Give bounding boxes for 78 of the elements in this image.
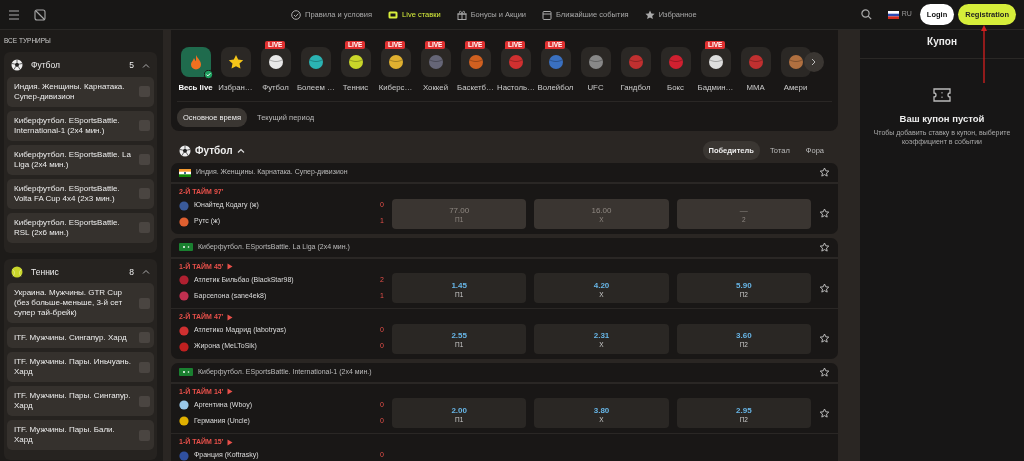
ball-icon (787, 54, 804, 70)
star-icon[interactable] (819, 167, 830, 179)
ball-icon (627, 54, 644, 70)
star-icon[interactable] (819, 208, 830, 220)
sport-tile[interactable] (300, 47, 331, 77)
flag-icon (179, 168, 191, 177)
sport-tile[interactable] (620, 47, 651, 77)
group-title[interactable]: Теннис (31, 265, 59, 279)
sport-tile[interactable] (220, 47, 251, 77)
check-circle-icon (291, 9, 301, 20)
empty-title: Ваш купон пустой (898, 112, 986, 126)
team-logo-icon (179, 400, 189, 411)
menu-icon[interactable] (8, 9, 20, 20)
ball-icon (347, 54, 364, 70)
calendar-icon (542, 9, 553, 20)
star-icon (644, 9, 655, 20)
sport-tile[interactable] (260, 47, 291, 77)
ball-icon (507, 54, 524, 70)
sport-tile[interactable] (380, 47, 411, 77)
sport-tile[interactable] (660, 47, 691, 77)
controller-icon (179, 243, 193, 252)
count-label: 5 (129, 58, 134, 72)
ball-icon (707, 54, 724, 70)
sport-tile[interactable] (460, 47, 491, 77)
sport-tile[interactable] (740, 47, 771, 77)
tennis-ball-icon (11, 265, 23, 278)
star-icon[interactable] (819, 333, 830, 345)
team-logo-icon (179, 291, 189, 302)
ball-icon (467, 54, 484, 70)
sport-tile[interactable] (580, 47, 611, 77)
search-icon[interactable] (860, 9, 872, 20)
star-icon (227, 54, 244, 70)
play-icon[interactable] (227, 438, 234, 446)
play-icon[interactable] (227, 388, 234, 396)
ball-icon (427, 54, 444, 70)
sport-tile[interactable] (420, 47, 451, 77)
star-icon[interactable] (819, 241, 830, 253)
team-logo-icon (179, 341, 189, 352)
count-label: 8 (129, 265, 134, 279)
annotation-arrow (981, 25, 987, 84)
ball-icon (667, 54, 684, 70)
sport-tile[interactable] (180, 47, 211, 77)
live-icon (388, 9, 399, 20)
team-logo-icon (179, 416, 189, 427)
ball-icon (267, 54, 284, 70)
play-icon[interactable] (227, 313, 234, 321)
team-logo-icon (179, 325, 189, 336)
team-logo-icon (179, 275, 189, 286)
coupon-title: Купон (860, 30, 1024, 59)
sport-tile[interactable] (340, 47, 371, 77)
team-logo-icon (179, 200, 189, 211)
soccer-ball-icon (179, 144, 191, 157)
ball-icon (307, 54, 324, 70)
flame-icon (188, 54, 203, 70)
ball-icon (547, 54, 564, 70)
soccer-ball-icon (11, 59, 23, 72)
ball-icon (387, 54, 404, 70)
ticket-icon (933, 88, 951, 102)
chevron-icon (811, 58, 817, 66)
controller-icon (179, 368, 193, 377)
check-icon (203, 70, 213, 79)
sport-tile[interactable] (780, 47, 811, 77)
flag-icon (887, 10, 899, 19)
star-icon[interactable] (819, 282, 830, 294)
team-logo-icon (179, 216, 189, 227)
section-title[interactable]: Футбол (195, 143, 233, 159)
play-icon[interactable] (227, 263, 234, 271)
sport-tile[interactable] (700, 47, 731, 77)
crossed-square-icon[interactable] (34, 8, 46, 21)
team-logo-icon (179, 450, 189, 461)
sport-tile[interactable] (540, 47, 571, 77)
ball-icon (587, 54, 604, 70)
star-icon[interactable] (819, 366, 830, 378)
group-title[interactable]: Футбол (31, 58, 60, 72)
star-icon[interactable] (819, 407, 830, 419)
ball-icon (747, 54, 764, 70)
gift-icon (456, 9, 467, 20)
sport-tile[interactable] (500, 47, 531, 77)
